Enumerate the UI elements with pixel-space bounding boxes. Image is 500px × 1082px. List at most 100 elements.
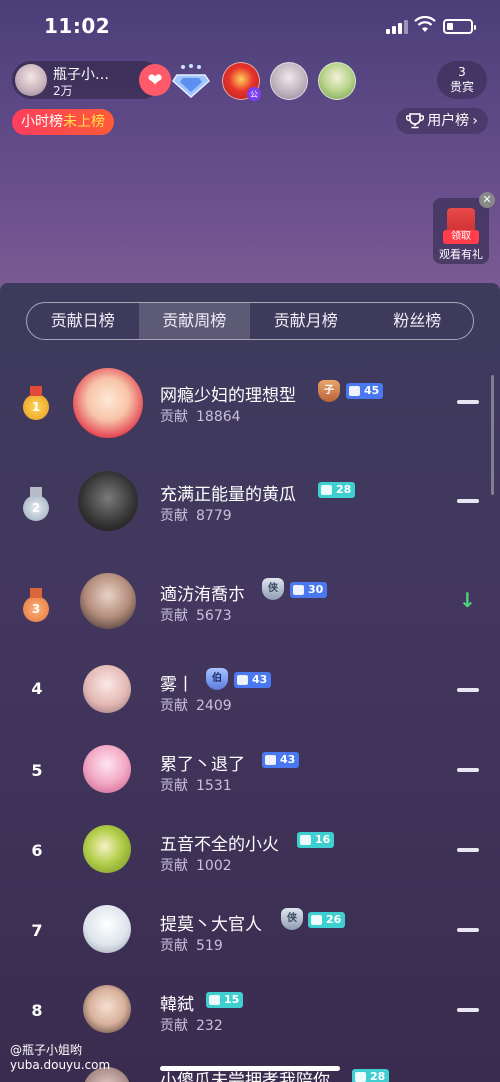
gold-medal-icon: 1 [23, 386, 49, 420]
viewer-avatar[interactable] [318, 62, 356, 100]
watermark-url: yuba.douyu.com [10, 1058, 111, 1072]
viewer-avatar[interactable] [270, 62, 308, 100]
signal-icon [386, 20, 408, 34]
heart-icon: ❤ [147, 69, 163, 91]
user-name: 累了丶退了 [160, 755, 245, 775]
user-name: 五音不全的小火 [160, 835, 279, 855]
rank-number: 8 [31, 1001, 43, 1020]
watermark-handle: @瓶子小姐哟 [10, 1043, 83, 1057]
contribution-value: 5673 [196, 608, 232, 624]
follow-button[interactable]: ❤ [139, 64, 171, 96]
trend-same-icon [457, 768, 479, 772]
trend-same-icon [457, 499, 479, 503]
table-row[interactable]: 1 网瘾少妇的理想型 子 45 贡献 18864 [0, 360, 500, 440]
trend-same-icon [457, 1008, 479, 1012]
level-badge: 30 [290, 582, 328, 598]
hour-rank-label: 小时榜 [21, 114, 63, 130]
level-badge: 16 [297, 832, 335, 848]
trend-down-icon: ↓ [459, 588, 476, 612]
battery-icon [443, 19, 476, 34]
user-name: 適汸洧喬朩 [160, 585, 245, 605]
user-rank-button[interactable]: 用户榜 › [396, 108, 488, 134]
table-row[interactable]: 3 適汸洧喬朩 侠 30 贡献 5673 ↓ [0, 568, 500, 648]
level-badge: 43 [262, 752, 300, 768]
viewer-avatar[interactable]: 公 [222, 62, 261, 101]
ranking-panel: 贡献日榜 贡献周榜 贡献月榜 粉丝榜 1 网瘾少妇的理想型 子 45 贡献 188… [0, 283, 500, 1082]
wifi-icon [414, 16, 436, 32]
level-badge: 28 [318, 482, 356, 498]
rank-number: 6 [31, 841, 43, 860]
host-avatar[interactable] [15, 64, 47, 96]
trend-same-icon [457, 928, 479, 932]
table-row[interactable]: 7 提莫丶大官人 侠 26 贡献 519 [0, 903, 500, 983]
bronze-medal-icon: 3 [23, 588, 49, 622]
contribution-value: 1002 [196, 858, 232, 874]
table-row[interactable]: 4 雾丨 伯 43 贡献 2409 [0, 661, 500, 741]
contribution-text: 贡献 8779 [160, 508, 232, 524]
noble-badge-icon: 伯 [206, 668, 228, 690]
guests-count: 3 [458, 65, 466, 79]
user-name: 网瘾少妇的理想型 [160, 386, 296, 406]
contribution-text: 贡献 2409 [160, 698, 232, 714]
claim-button[interactable]: 领取 [443, 230, 479, 244]
trend-same-icon [457, 688, 479, 692]
table-row[interactable]: 6 五音不全的小火 16 贡献 1002 [0, 823, 500, 903]
user-name: 提莫丶大官人 [160, 915, 262, 935]
tab-weekly-contribution[interactable]: 贡献周榜 [138, 303, 250, 339]
contribution-text: 贡献 1531 [160, 778, 232, 794]
contribution-value: 8779 [196, 508, 232, 524]
contribution-value: 1531 [196, 778, 232, 794]
level-badge: 26 [308, 912, 346, 928]
user-name: 雾丨 [160, 675, 194, 695]
tab-monthly-contribution[interactable]: 贡献月榜 [250, 303, 362, 339]
user-avatar[interactable] [83, 745, 131, 793]
level-badge: 43 [234, 672, 272, 688]
level-badge: 28 [352, 1069, 390, 1082]
hour-rank-badge[interactable]: 小时榜未上榜 [12, 109, 114, 135]
close-icon[interactable]: ✕ [479, 192, 495, 208]
level-badge: 45 [346, 383, 384, 399]
contribution-value: 18864 [196, 409, 241, 425]
noble-badge-icon: 侠 [281, 908, 303, 930]
contribution-text: 贡献 519 [160, 938, 223, 954]
guests-button[interactable]: 3 贵宾 [437, 61, 487, 99]
user-avatar[interactable] [83, 665, 131, 713]
tab-daily-contribution[interactable]: 贡献日榜 [27, 303, 139, 339]
table-row[interactable]: 2 充满正能量的黄瓜 28 贡献 8779 [0, 467, 500, 547]
trend-same-icon [457, 400, 479, 404]
guild-tag-icon: 公 [247, 87, 261, 101]
status-bar: 11:02 [0, 0, 500, 54]
status-time: 11:02 [44, 14, 111, 38]
tab-fans[interactable]: 粉丝榜 [362, 303, 474, 339]
watermark: @瓶子小姐哟 yuba.douyu.com [10, 1043, 110, 1073]
rank-number: 5 [31, 761, 43, 780]
host-info[interactable]: 瓶子小… 2万 ❤ [12, 61, 171, 99]
user-avatar[interactable] [83, 905, 131, 953]
user-avatar[interactable] [83, 825, 131, 873]
noble-badge-icon: 子 [318, 380, 340, 402]
host-name: 瓶子小… [53, 67, 109, 83]
table-row[interactable]: 5 累了丶退了 43 贡献 1531 [0, 743, 500, 823]
chevron-right-icon: › [472, 113, 478, 129]
contribution-value: 232 [196, 1018, 223, 1034]
gift-card[interactable]: ✕ 领取 观看有礼 [433, 192, 495, 264]
user-avatar[interactable] [83, 985, 131, 1033]
user-avatar[interactable] [80, 573, 136, 629]
contribution-text: 贡献 232 [160, 1018, 223, 1034]
diamond-badge-icon[interactable] [171, 63, 211, 99]
host-fans-count: 2万 [53, 84, 73, 98]
contribution-value: 519 [196, 938, 223, 954]
user-avatar[interactable] [78, 471, 138, 531]
user-avatar[interactable] [73, 368, 143, 438]
user-name: 韓弑 [160, 995, 194, 1015]
contribution-text: 贡献 18864 [160, 409, 241, 425]
guests-label: 贵宾 [449, 80, 474, 94]
trophy-icon [406, 113, 425, 129]
user-name: 充满正能量的黄瓜 [160, 485, 296, 505]
rank-number: 7 [31, 921, 43, 940]
contribution-value: 2409 [196, 698, 232, 714]
noble-badge-icon: 侠 [262, 578, 284, 600]
contribution-text: 贡献 5673 [160, 608, 232, 624]
contribution-text: 贡献 1002 [160, 858, 232, 874]
home-indicator[interactable] [160, 1066, 340, 1071]
